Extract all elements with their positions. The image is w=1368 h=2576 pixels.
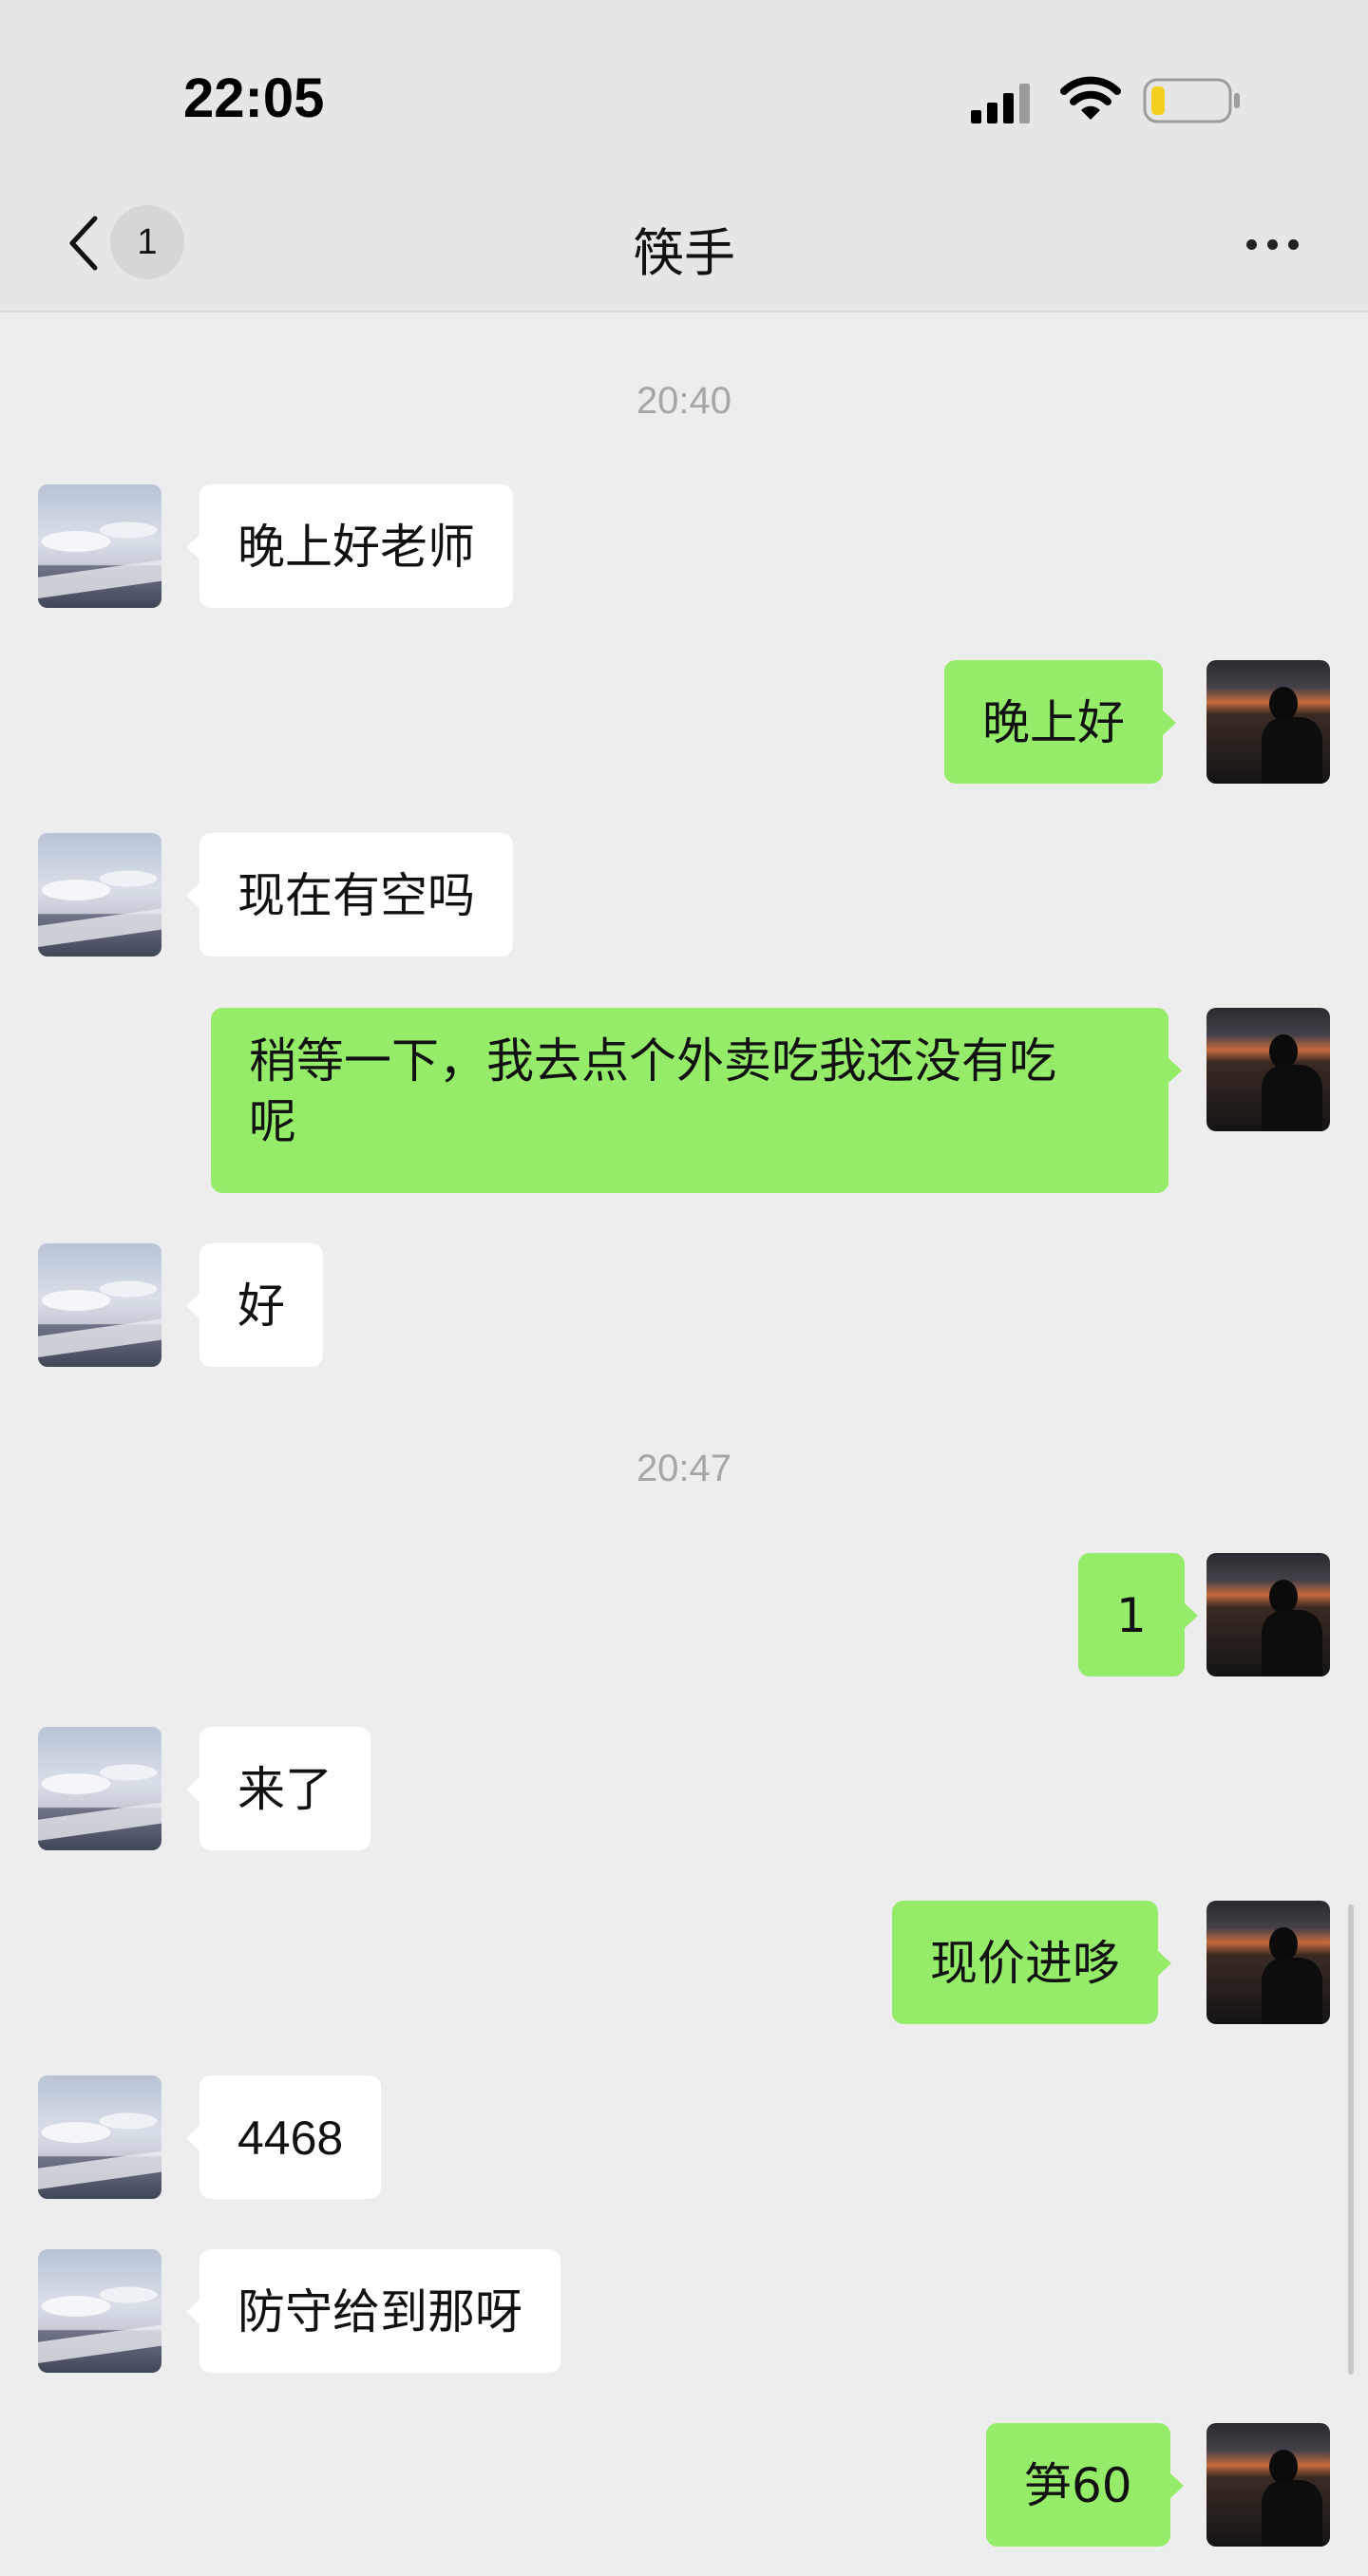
- my-avatar[interactable]: [1206, 1901, 1330, 2024]
- more-icon[interactable]: [1235, 218, 1311, 266]
- contact-avatar[interactable]: [38, 2249, 162, 2373]
- contact-avatar[interactable]: [38, 833, 162, 957]
- wifi-icon: [1060, 76, 1121, 120]
- incoming-message[interactable]: 好: [186, 1243, 323, 1367]
- my-avatar[interactable]: [1206, 2423, 1330, 2547]
- incoming-message[interactable]: 现在有空吗: [186, 833, 513, 957]
- outgoing-message[interactable]: 1: [1078, 1553, 1198, 1676]
- contact-avatar[interactable]: [38, 1727, 162, 1850]
- battery-icon: [1143, 78, 1240, 123]
- my-avatar[interactable]: [1206, 660, 1330, 784]
- outgoing-message[interactable]: 现价进哆: [892, 1901, 1171, 2024]
- outgoing-message[interactable]: 笋60: [986, 2423, 1184, 2547]
- chat-header: 22:05 1 筷手: [0, 0, 1368, 313]
- incoming-message[interactable]: 来了: [186, 1727, 370, 1850]
- incoming-message[interactable]: 防守给到那呀: [186, 2249, 560, 2373]
- incoming-message[interactable]: 晚上好老师: [186, 484, 513, 608]
- signal-icon: [971, 84, 1030, 123]
- incoming-message[interactable]: 4468: [185, 2075, 382, 2199]
- timestamp: 20:40: [636, 380, 732, 422]
- timestamp: 20:47: [636, 1448, 732, 1489]
- outgoing-message[interactable]: 晚上好: [944, 660, 1176, 784]
- my-avatar[interactable]: [1206, 1008, 1330, 1131]
- outgoing-message[interactable]: 稍等一下，我去点个外卖吃我还没有吃 呢: [211, 1008, 1182, 1193]
- contact-avatar[interactable]: [38, 1243, 162, 1367]
- contact-avatar[interactable]: [38, 484, 162, 608]
- status-time: 22:05: [183, 67, 325, 129]
- scrollbar[interactable]: [1348, 1904, 1354, 2375]
- my-avatar[interactable]: [1206, 1553, 1330, 1676]
- chat-title: 筷手: [633, 223, 735, 283]
- contact-avatar[interactable]: [38, 2075, 162, 2199]
